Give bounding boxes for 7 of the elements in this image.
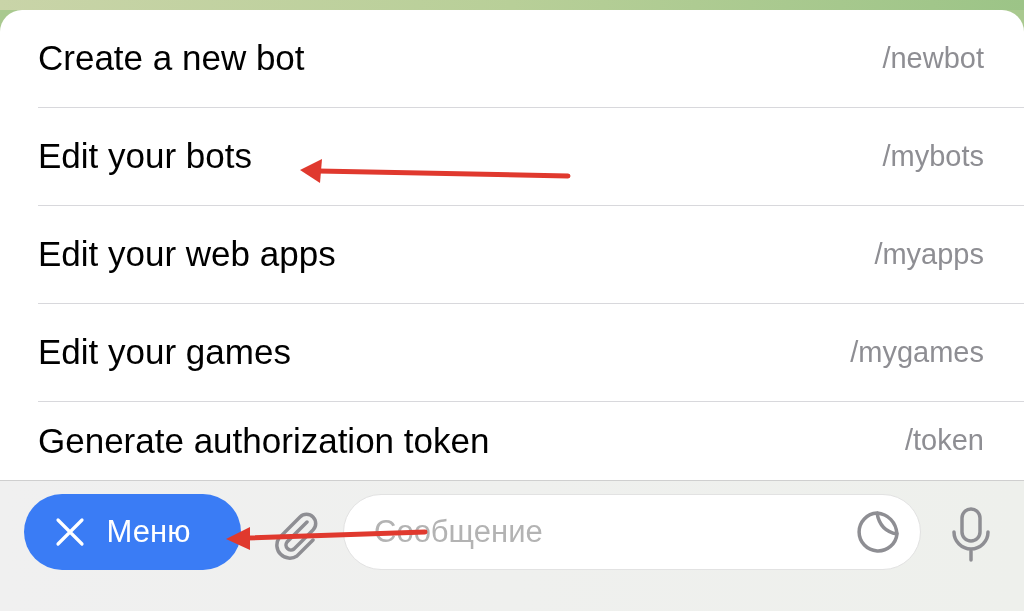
command-item[interactable]: Edit your games /mygames	[38, 304, 1024, 402]
message-field[interactable]: Сообщение	[343, 494, 921, 570]
close-icon	[54, 517, 85, 547]
command-item[interactable]: Edit your web apps /myapps	[38, 206, 1024, 304]
command-item[interactable]: Create a new bot /newbot	[38, 10, 1024, 108]
command-item[interactable]: Generate authorization token /token	[38, 402, 1024, 480]
menu-button[interactable]: Меню	[24, 494, 241, 570]
